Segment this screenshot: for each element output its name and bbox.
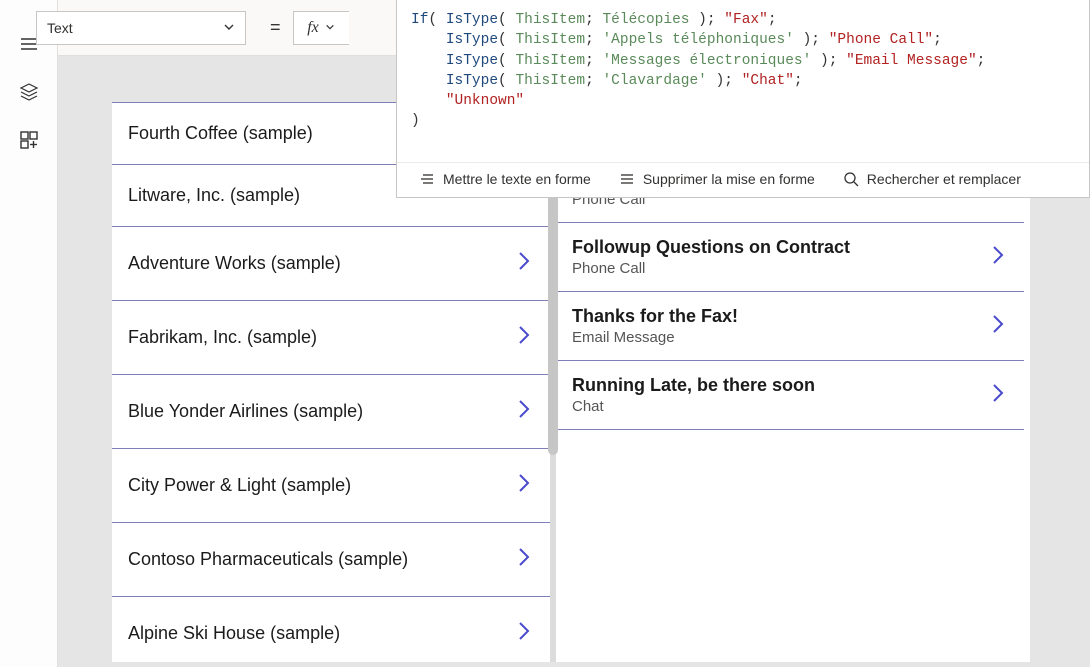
gallery-item[interactable]: Contoso Pharmaceuticals (sample) bbox=[112, 523, 550, 597]
gallery-item-title: Litware, Inc. (sample) bbox=[128, 185, 300, 206]
gallery-item-title: Fourth Coffee (sample) bbox=[128, 123, 313, 144]
chevron-right-icon bbox=[988, 310, 1008, 343]
chevron-down-icon bbox=[325, 19, 335, 37]
chevron-right-icon bbox=[514, 543, 534, 576]
find-replace-button[interactable]: Rechercher et remplacer bbox=[843, 171, 1021, 187]
equals-sign: = bbox=[270, 17, 281, 38]
gallery-item[interactable]: City Power & Light (sample) bbox=[112, 449, 550, 523]
remove-format-button[interactable]: Supprimer la mise en forme bbox=[619, 171, 815, 187]
left-navigation-rail bbox=[0, 0, 58, 667]
activity-type: Email Message bbox=[572, 329, 738, 346]
activity-subject: Running Late, be there soon bbox=[572, 375, 815, 396]
gallery-item-title: Blue Yonder Airlines (sample) bbox=[128, 401, 363, 422]
formula-editor-panel: If( IsType( ThisItem; Télécopies ); "Fax… bbox=[396, 0, 1090, 198]
property-selector-label: Text bbox=[47, 20, 73, 36]
gallery-item[interactable]: Blue Yonder Airlines (sample) bbox=[112, 375, 550, 449]
gallery-item[interactable]: Alpine Ski House (sample) bbox=[112, 597, 550, 662]
gallery-item-title: Adventure Works (sample) bbox=[128, 253, 341, 274]
fx-label: fx bbox=[307, 19, 319, 37]
gallery-item-title: City Power & Light (sample) bbox=[128, 475, 351, 496]
chevron-right-icon bbox=[514, 395, 534, 428]
fx-button[interactable]: fx bbox=[293, 11, 349, 45]
chevron-right-icon bbox=[988, 379, 1008, 412]
chevron-right-icon bbox=[514, 247, 534, 280]
activity-item[interactable]: Followup Questions on Contract Phone Call bbox=[556, 223, 1024, 292]
activity-type: Chat bbox=[572, 398, 815, 415]
activity-type: Phone Call bbox=[572, 260, 850, 277]
gallery-item-title: Contoso Pharmaceuticals (sample) bbox=[128, 549, 408, 570]
chevron-right-icon bbox=[514, 321, 534, 354]
layers-icon[interactable] bbox=[0, 68, 58, 116]
gallery-item-title: Fabrikam, Inc. (sample) bbox=[128, 327, 317, 348]
chevron-down-icon bbox=[223, 20, 235, 36]
formula-editor[interactable]: If( IsType( ThisItem; Télécopies ); "Fax… bbox=[397, 0, 1089, 162]
formula-toolbar: Mettre le texte en forme Supprimer la mi… bbox=[397, 162, 1089, 197]
activity-subject: Followup Questions on Contract bbox=[572, 237, 850, 258]
format-text-button[interactable]: Mettre le texte en forme bbox=[419, 171, 591, 187]
chevron-right-icon bbox=[988, 241, 1008, 274]
format-text-label: Mettre le texte en forme bbox=[443, 171, 591, 187]
gallery-item-title: Alpine Ski House (sample) bbox=[128, 623, 340, 644]
activity-subject: Thanks for the Fax! bbox=[572, 306, 738, 327]
chevron-right-icon bbox=[514, 617, 534, 650]
components-icon[interactable] bbox=[0, 116, 58, 164]
activity-item[interactable]: Thanks for the Fax! Email Message bbox=[556, 292, 1024, 361]
activity-item[interactable]: Running Late, be there soon Chat bbox=[556, 361, 1024, 430]
property-selector[interactable]: Text bbox=[36, 11, 246, 45]
gallery-item[interactable]: Adventure Works (sample) bbox=[112, 227, 550, 301]
chevron-right-icon bbox=[514, 469, 534, 502]
find-replace-label: Rechercher et remplacer bbox=[867, 171, 1021, 187]
gallery-item[interactable]: Fabrikam, Inc. (sample) bbox=[112, 301, 550, 375]
remove-format-label: Supprimer la mise en forme bbox=[643, 171, 815, 187]
